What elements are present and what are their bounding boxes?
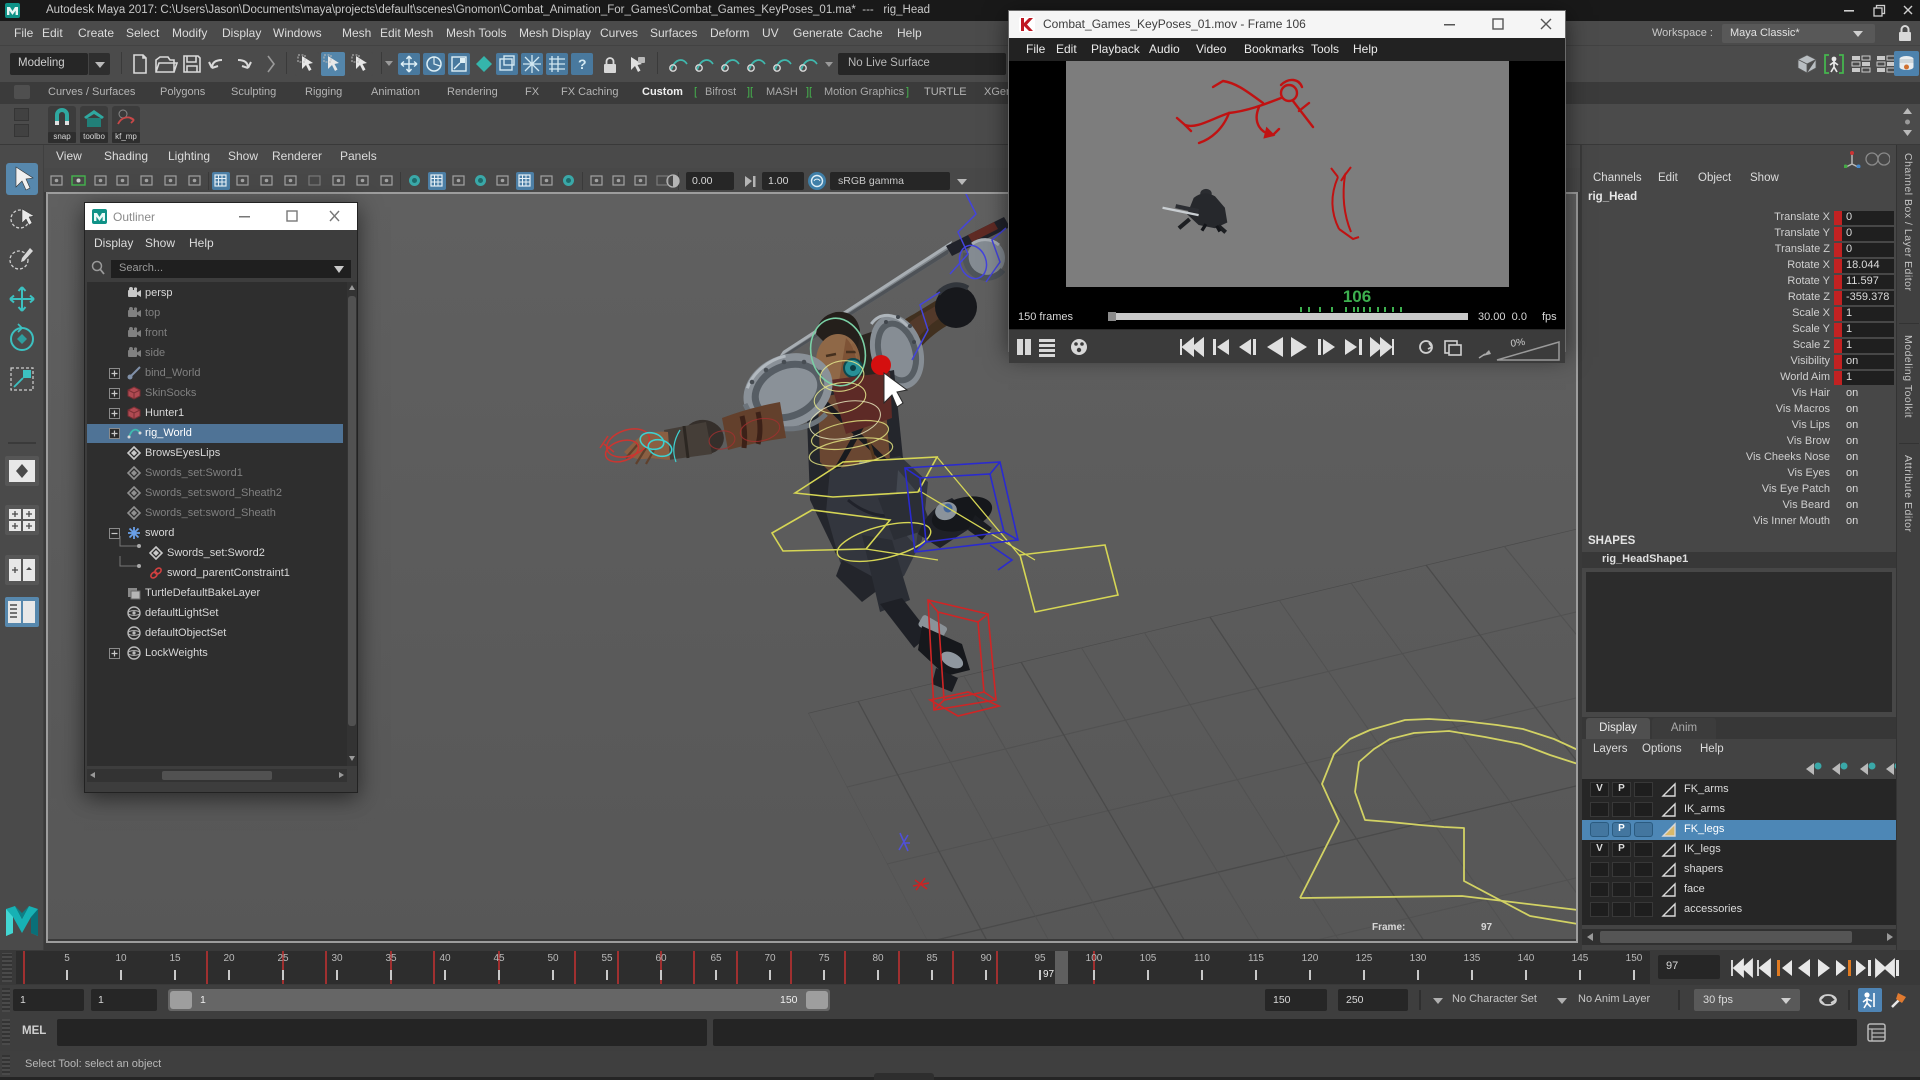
svg-text:0%: 0% (1510, 337, 1526, 350)
svg-text:?: ? (578, 56, 587, 72)
